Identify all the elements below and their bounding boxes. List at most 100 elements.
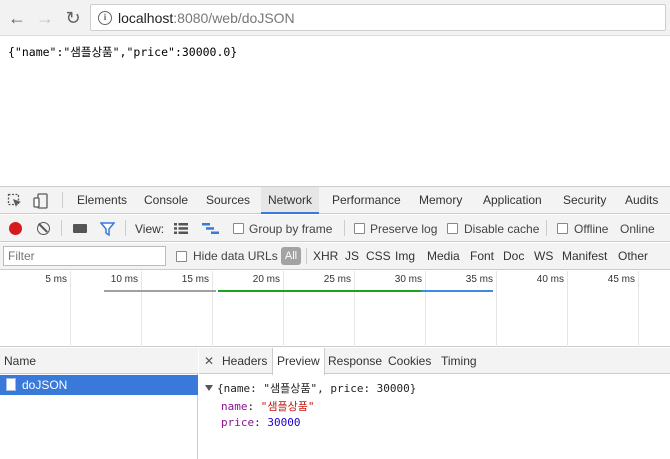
- tab-timing[interactable]: Timing: [441, 348, 477, 374]
- json-preview: {name: "샘플상품", price: 30000} name: "샘플상품"…: [205, 380, 416, 429]
- hide-data-urls-checkbox[interactable]: [176, 251, 187, 262]
- group-by-frame-label: Group by frame: [249, 222, 333, 236]
- separator: [125, 220, 126, 236]
- preserve-log-checkbox[interactable]: [354, 223, 365, 234]
- separator: [546, 220, 547, 236]
- group-by-frame-checkbox[interactable]: [233, 223, 244, 234]
- tab-preview[interactable]: Preview: [272, 348, 325, 375]
- forward-arrow-icon[interactable]: →: [34, 7, 56, 29]
- tab-security[interactable]: Security: [563, 187, 606, 214]
- json-response-body: {"name":"샘플상품","price":30000.0}: [8, 45, 238, 59]
- tick-label: 10 ms: [110, 274, 138, 285]
- address-bar[interactable]: i localhost:8080/web/doJSON: [90, 4, 666, 31]
- disable-cache-checkbox[interactable]: [447, 223, 458, 234]
- tick-label: 40 ms: [536, 274, 564, 285]
- property-value: 30000: [267, 416, 301, 429]
- tab-performance[interactable]: Performance: [332, 187, 401, 214]
- tab-headers[interactable]: Headers: [222, 348, 267, 374]
- filter-other[interactable]: Other: [618, 249, 648, 263]
- separator: [62, 192, 63, 208]
- request-row[interactable]: doJSON: [0, 375, 198, 395]
- gridline: [567, 271, 568, 347]
- separator: [61, 220, 62, 236]
- tab-console[interactable]: Console: [144, 187, 188, 214]
- close-icon[interactable]: ✕: [204, 354, 214, 368]
- device-toolbar-icon[interactable]: [33, 193, 49, 209]
- gridline: [425, 271, 426, 347]
- timeline-bar-queue: [104, 290, 216, 292]
- tick-label: 25 ms: [323, 274, 351, 285]
- filter-js[interactable]: JS: [345, 249, 359, 263]
- tab-sources[interactable]: Sources: [206, 187, 250, 214]
- tab-cookies[interactable]: Cookies: [388, 348, 431, 374]
- separator: [306, 248, 307, 264]
- request-details: ✕ Headers Preview Response Cookies Timin…: [199, 348, 670, 459]
- document-icon: [6, 378, 16, 391]
- detail-tab-bar: ✕ Headers Preview Response Cookies Timin…: [199, 348, 670, 375]
- clear-icon[interactable]: [37, 222, 50, 235]
- tab-response[interactable]: Response: [328, 348, 382, 374]
- hide-data-urls-label: Hide data URLs: [193, 249, 278, 263]
- tick-label: 15 ms: [181, 274, 209, 285]
- info-icon[interactable]: i: [98, 11, 112, 25]
- filter-img[interactable]: Img: [395, 249, 415, 263]
- back-arrow-icon[interactable]: ←: [6, 7, 28, 29]
- tick-label: 45 ms: [607, 274, 635, 285]
- disable-cache-label: Disable cache: [464, 222, 540, 236]
- requests-list: Name doJSON: [0, 348, 198, 459]
- view-label: View:: [135, 222, 165, 236]
- name-column-header[interactable]: Name: [0, 348, 198, 374]
- devtools-tab-bar: Elements Console Sources Network Perform…: [0, 187, 670, 214]
- throttling-select[interactable]: Online: [620, 222, 655, 236]
- property-value: "샘플상품": [260, 400, 315, 413]
- filter-input[interactable]: [3, 246, 166, 266]
- network-overview-timeline[interactable]: 5 ms 10 ms 15 ms 20 ms 25 ms 30 ms 35 ms…: [0, 271, 670, 347]
- gridline: [141, 271, 142, 347]
- devtools-panel: Elements Console Sources Network Perform…: [0, 186, 670, 459]
- filter-all-button[interactable]: All: [281, 247, 301, 265]
- gridline: [283, 271, 284, 347]
- large-rows-icon[interactable]: [174, 223, 188, 234]
- url-host: localhost: [118, 10, 174, 26]
- preview-summary: {name: "샘플상품", price: 30000}: [217, 382, 417, 395]
- browser-toolbar: ← → ↻ i localhost:8080/web/doJSON: [0, 0, 670, 36]
- preview-root[interactable]: {name: "샘플상품", price: 30000}: [205, 380, 416, 396]
- network-toolbar: View: Group by frame Preserve log Disabl…: [0, 215, 670, 242]
- url-text[interactable]: localhost:8080/web/doJSON: [118, 10, 295, 26]
- inspect-element-icon[interactable]: [7, 193, 23, 209]
- offline-checkbox[interactable]: [557, 223, 568, 234]
- filter-icon[interactable]: [100, 222, 115, 236]
- filter-media[interactable]: Media: [427, 249, 460, 263]
- gridline: [70, 271, 71, 347]
- filter-doc[interactable]: Doc: [503, 249, 524, 263]
- filter-xhr[interactable]: XHR: [313, 249, 338, 263]
- tick-label: 35 ms: [465, 274, 493, 285]
- offline-label: Offline: [574, 222, 609, 236]
- tab-elements[interactable]: Elements: [77, 187, 127, 214]
- expand-triangle-icon[interactable]: [205, 385, 213, 391]
- tab-application[interactable]: Application: [483, 187, 542, 214]
- tab-audits[interactable]: Audits: [625, 187, 658, 214]
- tick-label: 5 ms: [45, 274, 67, 285]
- property-key: name: [221, 400, 248, 413]
- filter-css[interactable]: CSS: [366, 249, 391, 263]
- tab-network[interactable]: Network: [261, 187, 320, 214]
- record-icon[interactable]: [9, 222, 22, 235]
- preview-property-name: name: "샘플상품": [221, 400, 315, 413]
- filter-manifest[interactable]: Manifest: [562, 249, 607, 263]
- filter-bar: Hide data URLs All XHR JS CSS Img Media …: [0, 243, 670, 270]
- gridline: [496, 271, 497, 347]
- request-name: doJSON: [22, 378, 68, 392]
- preview-property-price: price: 30000: [221, 416, 301, 429]
- preserve-log-label: Preserve log: [370, 222, 438, 236]
- gridline: [354, 271, 355, 347]
- filter-ws[interactable]: WS: [534, 249, 553, 263]
- reload-icon[interactable]: ↻: [62, 7, 84, 29]
- separator: [344, 220, 345, 236]
- capture-screenshots-icon[interactable]: [73, 224, 87, 233]
- tab-memory[interactable]: Memory: [419, 187, 462, 214]
- filter-font[interactable]: Font: [470, 249, 494, 263]
- gridline: [638, 271, 639, 347]
- waterfall-overview-icon[interactable]: [202, 223, 219, 234]
- tick-label: 30 ms: [394, 274, 422, 285]
